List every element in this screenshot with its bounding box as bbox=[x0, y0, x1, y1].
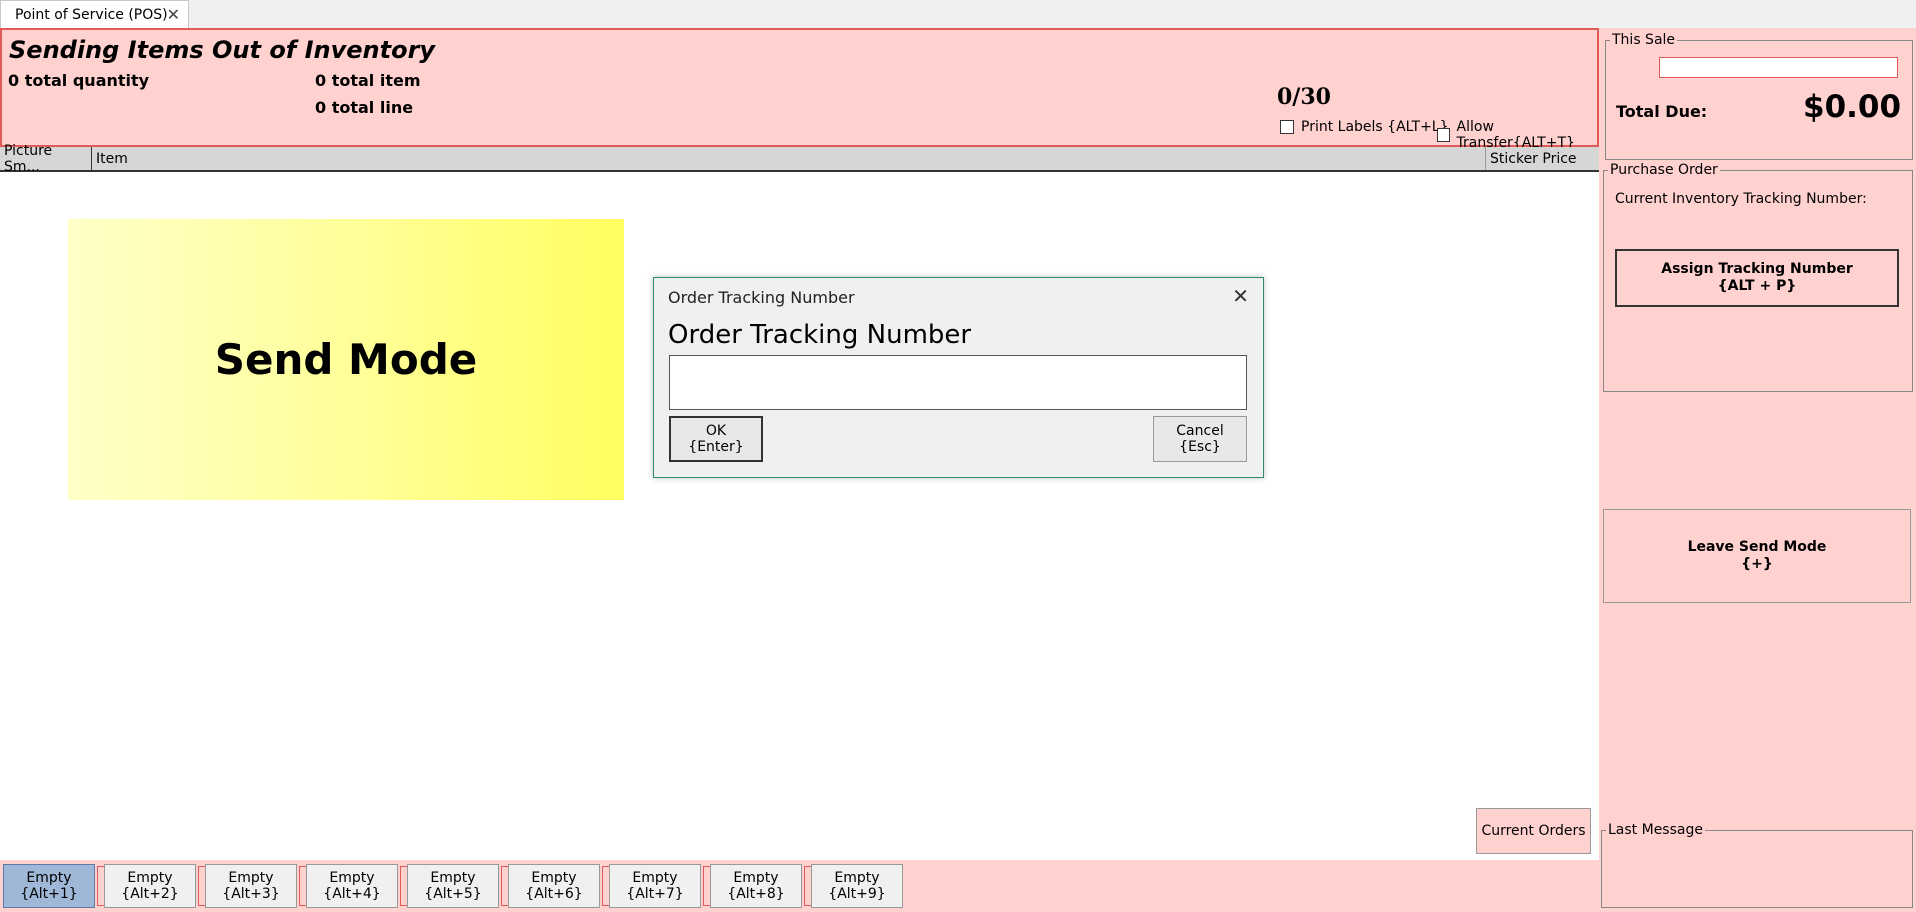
current-orders-button[interactable]: Current Orders bbox=[1476, 808, 1591, 854]
leave-send-mode-label: Leave Send Mode bbox=[1687, 539, 1827, 555]
column-item[interactable]: Item bbox=[92, 147, 1485, 170]
ok-button[interactable]: OK {Enter} bbox=[669, 416, 763, 462]
quick-slot[interactable]: Empty {Alt+2} bbox=[104, 864, 196, 908]
quick-slot[interactable]: Empty {Alt+9} bbox=[811, 864, 903, 908]
slot-shortcut: {Alt+8} bbox=[727, 886, 785, 902]
slot-label: Empty bbox=[228, 870, 274, 886]
quick-slot[interactable]: Empty {Alt+4} bbox=[306, 864, 398, 908]
dialog-title: Order Tracking Number bbox=[668, 288, 855, 307]
print-labels-label: Print Labels {ALT+L} bbox=[1301, 119, 1449, 135]
slot-label: Empty bbox=[127, 870, 173, 886]
this-sale-legend: This Sale bbox=[1610, 32, 1678, 48]
last-message-legend: Last Message bbox=[1606, 822, 1705, 838]
close-icon[interactable]: ✕ bbox=[1232, 284, 1249, 308]
order-tracking-dialog: Order Tracking Number ✕ Order Tracking N… bbox=[653, 277, 1264, 478]
total-due-value: $0.00 bbox=[1803, 89, 1902, 125]
cancel-button[interactable]: Cancel {Esc} bbox=[1153, 416, 1247, 462]
slot-shortcut: {Alt+1} bbox=[20, 886, 78, 902]
ok-shortcut: {Enter} bbox=[688, 439, 744, 455]
leave-send-mode-shortcut: {+} bbox=[1741, 556, 1773, 572]
slot-label: Empty bbox=[26, 870, 72, 886]
page-title: Sending Items Out of Inventory bbox=[9, 36, 436, 64]
sale-input[interactable] bbox=[1659, 57, 1898, 78]
cancel-shortcut: {Esc} bbox=[1179, 439, 1221, 455]
current-orders-label: Current Orders bbox=[1481, 823, 1586, 839]
assign-tracking-label: Assign Tracking Number bbox=[1661, 261, 1853, 277]
grid-header: Picture Sm... Item Sticker Price bbox=[0, 143, 1599, 175]
assign-tracking-button[interactable]: Assign Tracking Number {ALT + P} bbox=[1615, 249, 1899, 307]
purchase-order-legend: Purchase Order bbox=[1608, 162, 1720, 178]
quick-slot[interactable]: Empty {Alt+8} bbox=[710, 864, 802, 908]
purchase-order-group: Purchase Order Current Inventory Trackin… bbox=[1603, 162, 1913, 392]
checkbox-box[interactable] bbox=[1437, 128, 1450, 142]
checkbox-box[interactable] bbox=[1280, 120, 1294, 134]
quick-slot[interactable]: Empty {Alt+7} bbox=[609, 864, 701, 908]
column-picture[interactable]: Picture Sm... bbox=[0, 143, 92, 175]
last-message-group: Last Message bbox=[1601, 822, 1913, 908]
slot-shortcut: {Alt+7} bbox=[626, 886, 684, 902]
item-count: 0/30 bbox=[1277, 84, 1331, 110]
leave-send-mode-button[interactable]: Leave Send Mode {+} bbox=[1603, 509, 1911, 603]
quick-slot[interactable]: Empty {Alt+3} bbox=[205, 864, 297, 908]
send-header: Sending Items Out of Inventory 0 total q… bbox=[0, 28, 1599, 151]
send-mode-banner: Send Mode bbox=[68, 219, 624, 500]
cancel-label: Cancel bbox=[1176, 423, 1224, 439]
total-item: 0 total item bbox=[315, 71, 421, 90]
close-icon[interactable]: ✕ bbox=[167, 5, 180, 24]
quick-slot-bar: Empty {Alt+1} Empty {Alt+2} Empty {Alt+3} E… bbox=[0, 860, 1599, 912]
total-quantity: 0 total quantity bbox=[8, 71, 150, 90]
quick-slot[interactable]: Empty {Alt+6} bbox=[508, 864, 600, 908]
assign-tracking-shortcut: {ALT + P} bbox=[1717, 278, 1797, 294]
ok-label: OK bbox=[705, 423, 727, 439]
slot-shortcut: {Alt+4} bbox=[323, 886, 381, 902]
slot-shortcut: {Alt+9} bbox=[828, 886, 886, 902]
right-panel: This Sale Total Due: $0.00 Purchase Orde… bbox=[1599, 28, 1916, 912]
slot-shortcut: {Alt+2} bbox=[121, 886, 179, 902]
tab-pos[interactable]: Point of Service (POS) ✕ bbox=[0, 0, 189, 28]
tab-strip: Point of Service (POS) ✕ bbox=[0, 0, 1916, 28]
total-due-label: Total Due: bbox=[1616, 102, 1708, 121]
slot-label: Empty bbox=[834, 870, 880, 886]
total-line: 0 total line bbox=[315, 98, 414, 117]
slot-shortcut: {Alt+5} bbox=[424, 886, 482, 902]
slot-label: Empty bbox=[329, 870, 375, 886]
print-labels-checkbox[interactable]: Print Labels {ALT+L} bbox=[1280, 119, 1449, 135]
slot-label: Empty bbox=[733, 870, 779, 886]
column-sticker-price[interactable]: Sticker Price bbox=[1485, 147, 1599, 170]
tracking-number-input[interactable] bbox=[669, 355, 1247, 410]
quick-slot[interactable]: Empty {Alt+1} bbox=[3, 864, 95, 908]
slot-label: Empty bbox=[430, 870, 476, 886]
tracking-number-label: Current Inventory Tracking Number: bbox=[1615, 191, 1867, 207]
this-sale-group: This Sale Total Due: $0.00 bbox=[1605, 32, 1913, 160]
slot-label: Empty bbox=[632, 870, 678, 886]
slot-label: Empty bbox=[531, 870, 577, 886]
slot-shortcut: {Alt+6} bbox=[525, 886, 583, 902]
dialog-heading: Order Tracking Number bbox=[668, 320, 972, 350]
quick-slot[interactable]: Empty {Alt+5} bbox=[407, 864, 499, 908]
tab-label: Point of Service (POS) bbox=[15, 6, 168, 23]
slot-shortcut: {Alt+3} bbox=[222, 886, 280, 902]
